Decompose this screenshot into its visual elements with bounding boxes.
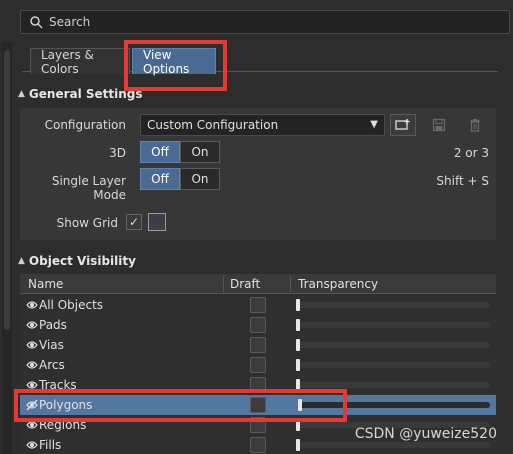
single-layer-toggle: Off On [140, 168, 220, 190]
row-name: Pads [39, 318, 67, 332]
three-d-on-button[interactable]: On [180, 141, 220, 163]
slider-handle[interactable] [296, 299, 300, 311]
eye-icon[interactable] [26, 299, 38, 311]
row-name: Polygons [39, 398, 93, 412]
single-layer-label: Single Layer Mode [51, 174, 126, 202]
transparency-slider[interactable] [296, 319, 490, 331]
transparency-slider[interactable] [298, 399, 490, 411]
save-icon [432, 118, 446, 132]
object-visibility-title: Object Visibility [28, 254, 136, 268]
row-name: Vias [39, 338, 64, 352]
row-name: Arcs [39, 358, 65, 372]
checkmark-icon: ✓ [128, 215, 140, 229]
draft-checkbox[interactable] [250, 377, 266, 393]
watermark: CSDN @yuweize520 [354, 426, 497, 442]
column-divider[interactable] [223, 276, 224, 292]
search-input[interactable]: Search [20, 10, 510, 34]
tab-view-options[interactable]: View Options [132, 48, 216, 76]
slider-handle[interactable] [296, 439, 300, 451]
draft-checkbox[interactable] [250, 297, 266, 313]
three-d-label: 3D [109, 146, 126, 160]
row-name: Regions [39, 418, 87, 432]
collapse-triangle-icon: ▲ [18, 256, 25, 266]
delete-configuration-button[interactable] [462, 114, 488, 136]
eye-icon[interactable] [26, 439, 38, 451]
slider-handle[interactable] [296, 319, 300, 331]
eye-icon[interactable] [26, 379, 38, 391]
search-icon [30, 16, 43, 29]
column-header-draft[interactable]: Draft [230, 277, 260, 291]
transparency-slider[interactable] [296, 359, 490, 371]
eye-icon[interactable] [26, 419, 38, 431]
object-visibility-header[interactable]: ▲ Object Visibility [18, 252, 136, 270]
show-grid-checkbox[interactable]: ✓ [126, 214, 142, 230]
transparency-slider[interactable] [296, 299, 490, 311]
draft-checkbox[interactable] [250, 337, 266, 353]
general-settings-header[interactable]: ▲ General Settings [18, 85, 143, 103]
trash-icon [470, 119, 480, 132]
search-placeholder: Search [49, 15, 91, 29]
single-layer-on-button[interactable]: On [180, 168, 220, 190]
tab-bar: Layers & Colors View Options [22, 46, 498, 76]
panel-scrollbar[interactable] [2, 42, 12, 454]
eye-icon[interactable] [26, 359, 38, 371]
eye-icon[interactable] [26, 319, 38, 331]
three-d-toggle: Off On [140, 141, 220, 163]
draft-checkbox[interactable] [250, 317, 266, 333]
chevron-down-icon: ▼ [370, 119, 378, 130]
collapse-triangle-icon: ▲ [18, 89, 25, 99]
table-row[interactable]: Arcs [20, 355, 496, 375]
single-layer-shortcut: Shift + S [436, 174, 489, 188]
column-header-name[interactable]: Name [28, 277, 63, 291]
draft-checkbox[interactable] [250, 437, 266, 453]
general-settings-title: General Settings [28, 87, 143, 101]
table-row[interactable]: Tracks [20, 375, 496, 395]
slider-handle[interactable] [296, 419, 300, 431]
transparency-slider[interactable] [296, 439, 490, 451]
transparency-slider[interactable] [296, 339, 490, 351]
three-d-off-button[interactable]: Off [140, 141, 180, 163]
slider-handle[interactable] [298, 399, 302, 411]
draft-checkbox[interactable] [250, 417, 266, 433]
row-name: Tracks [39, 378, 77, 392]
scrollbar-thumb[interactable] [4, 50, 10, 330]
save-configuration-button[interactable] [426, 114, 452, 136]
table-row[interactable]: Vias [20, 335, 496, 355]
grid-color-swatch[interactable] [148, 213, 166, 231]
tab-layers-colors[interactable]: Layers & Colors [30, 48, 130, 76]
single-layer-off-button[interactable]: Off [140, 168, 180, 190]
slider-handle[interactable] [296, 379, 300, 391]
configuration-label: Configuration [44, 118, 126, 132]
eye-off-icon[interactable] [26, 399, 38, 411]
draft-checkbox[interactable] [250, 357, 266, 373]
column-header-transparency[interactable]: Transparency [298, 277, 378, 291]
add-configuration-icon [395, 119, 410, 130]
slider-handle[interactable] [296, 339, 300, 351]
table-header: Name Draft Transparency [20, 274, 496, 294]
configuration-value: Custom Configuration [147, 118, 279, 132]
table-row[interactable]: Polygons [20, 395, 496, 415]
show-grid-label: Show Grid [56, 216, 118, 230]
configuration-select[interactable]: Custom Configuration ▼ [140, 114, 385, 136]
row-name: Fills [39, 438, 62, 452]
row-name: All Objects [39, 298, 104, 312]
add-configuration-button[interactable] [390, 114, 416, 136]
draft-checkbox[interactable] [250, 397, 266, 413]
three-d-shortcut: 2 or 3 [453, 146, 489, 160]
slider-handle[interactable] [296, 359, 300, 371]
column-divider[interactable] [290, 276, 291, 292]
eye-icon[interactable] [26, 339, 38, 351]
table-row[interactable]: Pads [20, 315, 496, 335]
transparency-slider[interactable] [296, 379, 490, 391]
table-row[interactable]: All Objects [20, 295, 496, 315]
